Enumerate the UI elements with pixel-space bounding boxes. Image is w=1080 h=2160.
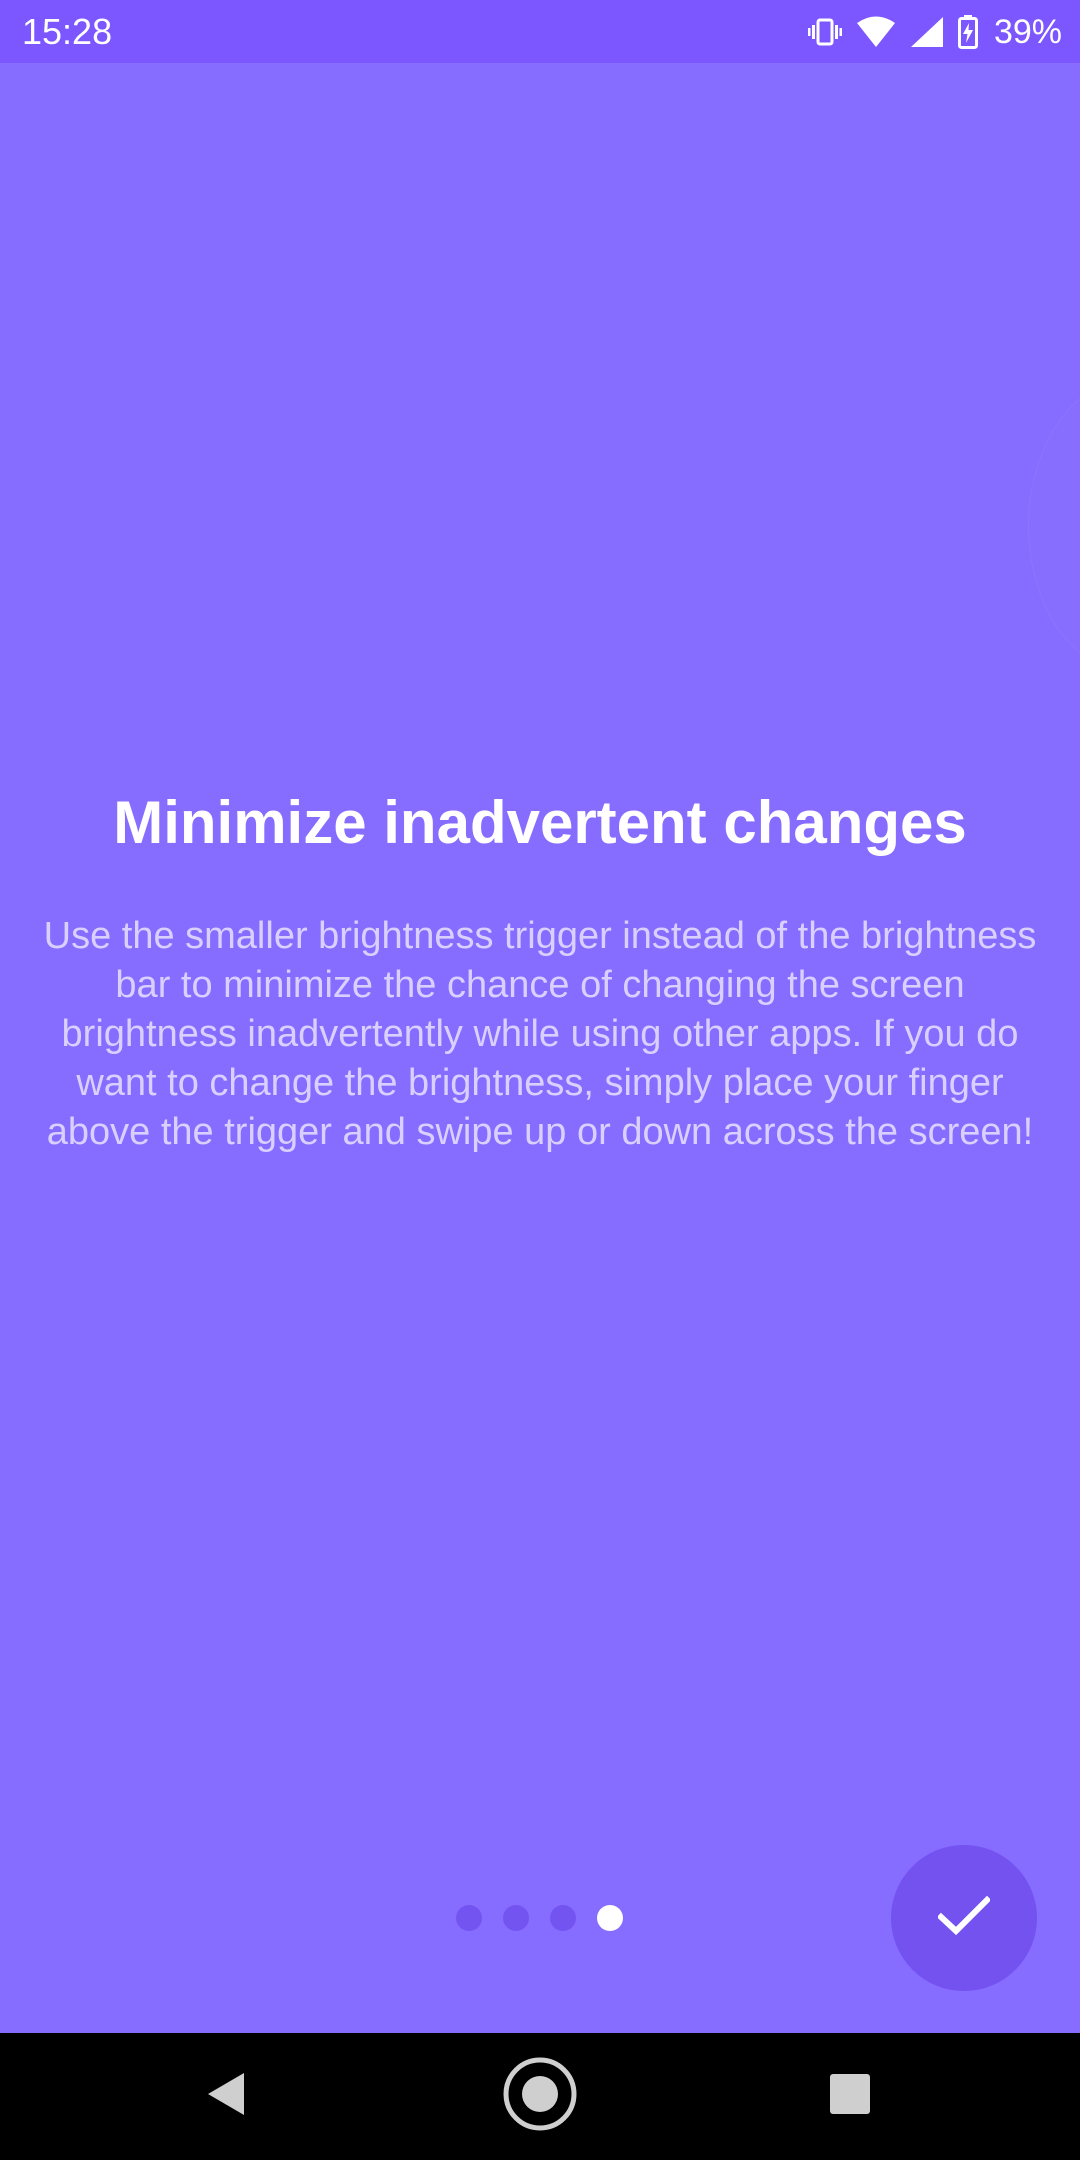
vibrate-icon: [807, 17, 842, 47]
page-indicator: [456, 1905, 623, 1931]
page-dot-3[interactable]: [550, 1905, 576, 1931]
slide-description: Use the smaller brightness trigger inste…: [43, 915, 1037, 1153]
wifi-icon: [856, 16, 896, 48]
signal-icon: [910, 16, 944, 48]
status-time: 15:28: [22, 11, 113, 52]
edge-decoration: [1028, 380, 1080, 672]
nav-recents-button[interactable]: [814, 2033, 886, 2160]
recents-icon: [829, 2073, 871, 2120]
navigation-bar: [0, 2033, 1080, 2160]
status-bar: 15:28 39%: [0, 0, 1080, 63]
battery-percent: 39%: [993, 13, 1062, 51]
home-icon: [502, 2056, 578, 2137]
done-button[interactable]: [891, 1845, 1037, 1991]
page-dot-2[interactable]: [503, 1905, 529, 1931]
nav-home-button[interactable]: [494, 2033, 586, 2160]
status-icons: 39%: [807, 10, 1062, 54]
page-dot-1[interactable]: [456, 1905, 482, 1931]
page-dot-4-active[interactable]: [597, 1905, 623, 1931]
nav-back-button[interactable]: [190, 2033, 262, 2160]
onboarding-screen: 15:28 39% Minimize inadvertent changes U…: [0, 0, 1080, 2160]
slide-title: Minimize inadvertent changes: [113, 789, 967, 856]
check-icon: [936, 1895, 992, 1941]
back-icon: [206, 2071, 246, 2122]
battery-charging-icon: [957, 15, 978, 49]
